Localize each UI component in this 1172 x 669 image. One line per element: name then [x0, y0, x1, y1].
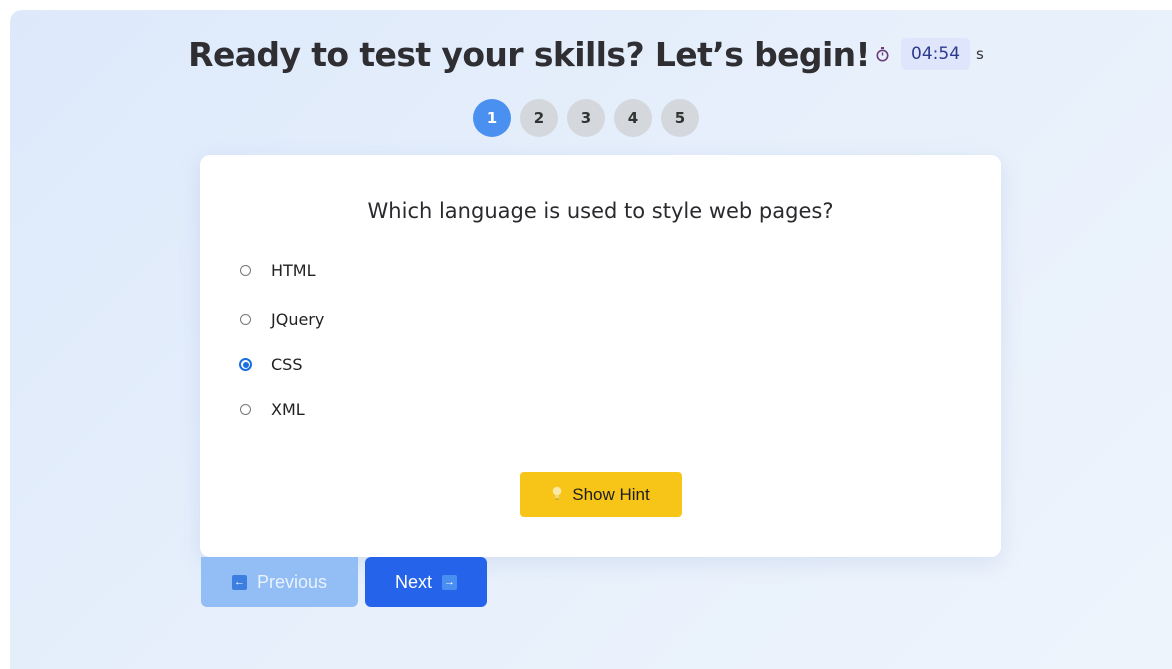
- radio-button[interactable]: [240, 404, 251, 415]
- header: Ready to test your skills? Let’s begin! …: [0, 26, 1172, 82]
- timer-unit: s: [976, 45, 984, 63]
- option-css[interactable]: CSS: [239, 355, 303, 374]
- next-label: Next: [394, 571, 432, 592]
- show-hint-label: Show Hint: [572, 484, 650, 504]
- step-1[interactable]: 1: [473, 99, 511, 137]
- next-button[interactable]: Next →: [365, 557, 487, 607]
- step-4[interactable]: 4: [614, 99, 652, 137]
- option-label: JQuery: [271, 310, 325, 329]
- radio-button[interactable]: [240, 314, 251, 325]
- radio-button[interactable]: [240, 265, 251, 276]
- previous-label: Previous: [256, 571, 328, 592]
- lightbulb-icon: [552, 486, 562, 504]
- option-label: CSS: [271, 355, 303, 374]
- page-title: Ready to test your skills? Let’s begin!: [188, 34, 871, 74]
- stopwatch-icon: [876, 46, 889, 62]
- option-jquery[interactable]: JQuery: [240, 310, 324, 329]
- show-hint-button[interactable]: Show Hint: [520, 472, 682, 517]
- question-text: Which language is used to style web page…: [367, 199, 834, 223]
- option-label: XML: [271, 400, 305, 419]
- step-indicator: 1 2 3 4 5: [0, 99, 1172, 137]
- left-arrow-icon: ←: [231, 574, 247, 590]
- step-5[interactable]: 5: [661, 99, 699, 137]
- option-label: HTML: [271, 261, 316, 280]
- step-2[interactable]: 2: [520, 99, 558, 137]
- timer-display: 04:54: [901, 38, 971, 70]
- option-html[interactable]: HTML: [240, 261, 316, 280]
- right-arrow-icon: →: [442, 574, 457, 590]
- step-3[interactable]: 3: [567, 99, 605, 137]
- radio-button-selected[interactable]: [239, 358, 252, 371]
- option-xml[interactable]: XML: [240, 400, 305, 419]
- previous-button[interactable]: ← Previous: [201, 557, 358, 607]
- question-card: Which language is used to style web page…: [200, 155, 1001, 557]
